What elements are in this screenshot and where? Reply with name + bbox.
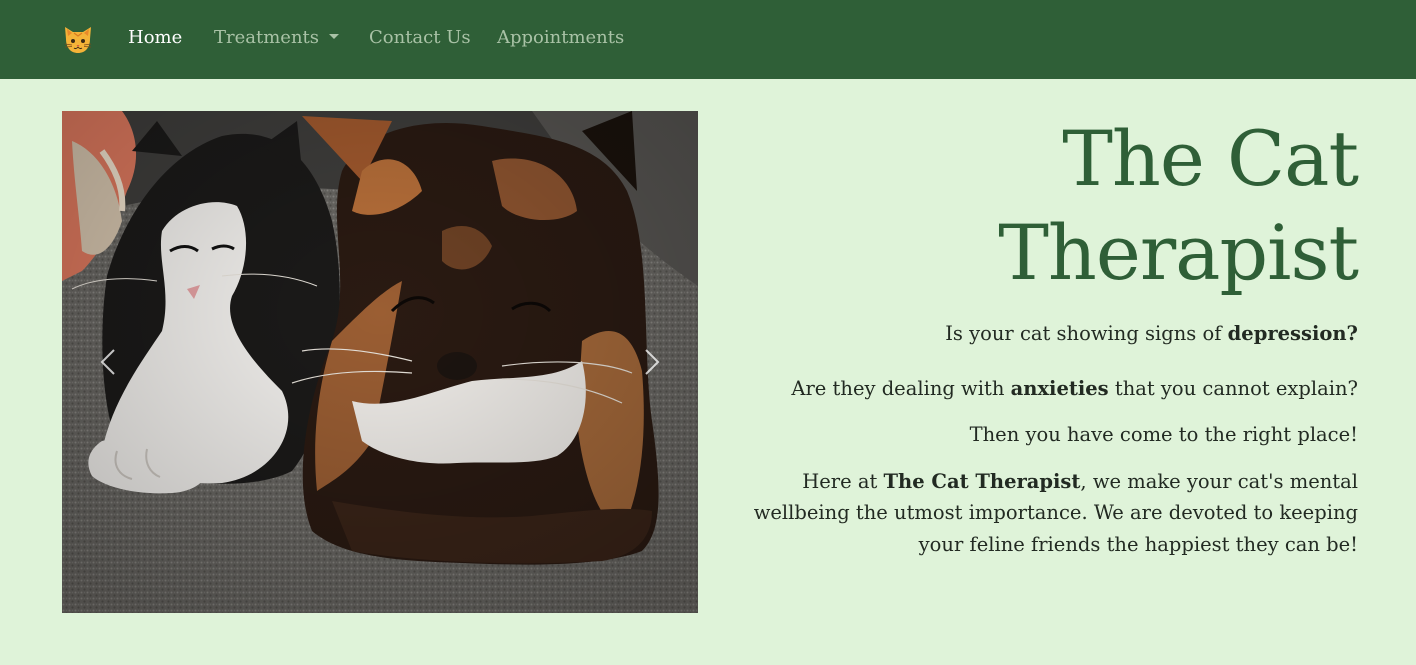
intro-depression-bold: depression?	[1227, 322, 1358, 345]
nav-treatments-label: Treatments	[214, 27, 320, 48]
intro-depression: Is your cat showing signs of depression?	[712, 318, 1358, 350]
nav-home[interactable]: Home	[128, 26, 182, 50]
carousel-prev-button[interactable]	[62, 111, 157, 613]
hero-text: The Cat Therapist Is your cat showing si…	[712, 112, 1359, 561]
chevron-left-icon	[100, 349, 115, 375]
cat-photo-carousel	[62, 111, 698, 613]
carousel-next-button[interactable]	[603, 111, 698, 613]
intro-anxieties-pre: Are they dealing with	[791, 376, 1011, 400]
caret-down-icon	[329, 34, 340, 39]
page-title: The Cat Therapist	[712, 112, 1359, 300]
title-line-2: Therapist	[998, 208, 1359, 297]
nav-appointments[interactable]: Appointments	[497, 26, 624, 50]
cat-face-icon[interactable]	[62, 23, 94, 55]
intro-mission-pre: Here at	[802, 469, 884, 493]
title-line-1: The Cat	[1062, 114, 1359, 203]
nav-treatments-dropdown[interactable]: Treatments	[214, 26, 340, 50]
chevron-right-icon	[645, 349, 660, 375]
nav-contact-us[interactable]: Contact Us	[369, 26, 471, 50]
intro-mission: Here at The Cat Therapist, we make your …	[712, 466, 1358, 561]
intro-depression-text: Is your cat showing signs of	[945, 322, 1228, 345]
navbar: Home Treatments Contact Us Appointments	[0, 0, 1416, 79]
intro-anxieties-bold: anxieties	[1010, 376, 1109, 400]
intro-mission-bold: The Cat Therapist	[883, 469, 1081, 493]
intro-anxieties: Are they dealing with anxieties that you…	[712, 373, 1358, 405]
intro-anxieties-post: that you cannot explain?	[1108, 376, 1358, 400]
intro-right-place: Then you have come to the right place!	[969, 423, 1358, 446]
